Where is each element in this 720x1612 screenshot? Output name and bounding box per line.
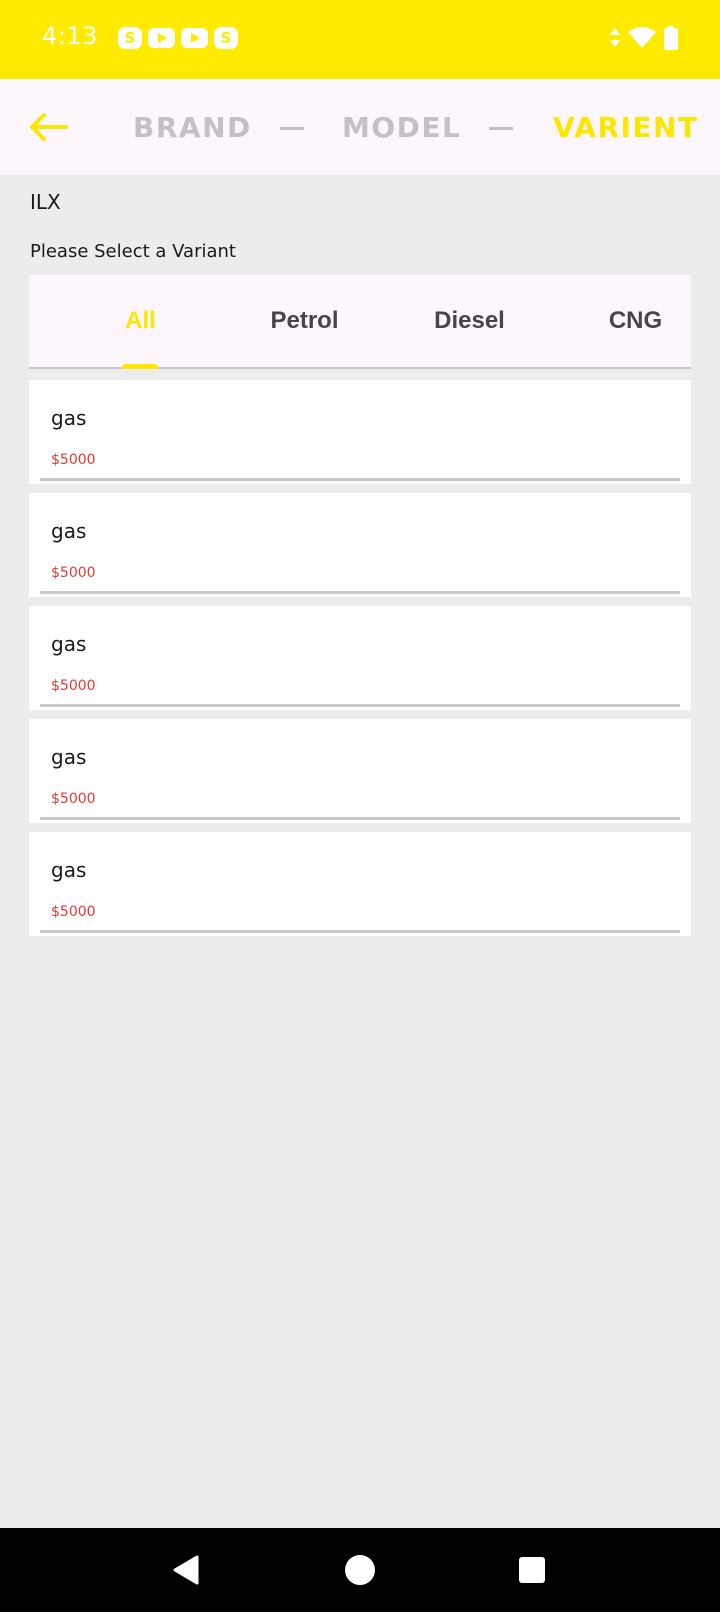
variant-title: gas: [51, 632, 87, 656]
tab-all[interactable]: All: [58, 275, 223, 369]
variant-title: gas: [51, 745, 87, 769]
nav-back-button[interactable]: [166, 1550, 206, 1590]
youtube-icon: [148, 28, 175, 48]
data-arrows-icon: [610, 28, 620, 47]
variant-item[interactable]: gas $5000: [29, 719, 691, 823]
tab-petrol[interactable]: Petrol: [222, 275, 387, 367]
variant-title: gas: [51, 858, 87, 882]
recents-square-icon: [519, 1557, 545, 1583]
variant-item[interactable]: gas $5000: [29, 493, 691, 597]
nav-home-button[interactable]: [340, 1550, 380, 1590]
back-button[interactable]: [24, 103, 72, 151]
divider: [40, 817, 680, 820]
variant-list: gas $5000 gas $5000 gas $5000 gas $5000 …: [29, 380, 691, 945]
select-variant-prompt: Please Select a Variant: [30, 241, 236, 262]
wifi-icon: [628, 27, 656, 48]
notification-icons: S S: [118, 27, 238, 49]
step-model[interactable]: MODEL: [342, 111, 461, 144]
step-variant[interactable]: VARIENT: [553, 111, 699, 144]
nav-recents-button[interactable]: [512, 1550, 552, 1590]
skype-icon: S: [118, 27, 142, 49]
tab-all-label: All: [125, 307, 156, 334]
variant-title: gas: [51, 519, 87, 543]
divider: [40, 930, 680, 933]
step-header: BRAND MODEL VARIENT: [0, 79, 720, 175]
divider: [40, 591, 680, 594]
variant-price: $5000: [51, 565, 96, 581]
variant-price: $5000: [51, 904, 96, 920]
active-tab-indicator: [122, 364, 158, 369]
tab-cng-label: CNG: [608, 307, 663, 334]
variant-title: gas: [51, 406, 87, 430]
status-time: 4:13: [42, 22, 98, 50]
tab-cng[interactable]: CNG: [553, 275, 718, 367]
back-triangle-icon: [173, 1555, 199, 1585]
tab-petrol-label: Petrol: [270, 307, 339, 334]
variant-item[interactable]: gas $5000: [29, 380, 691, 484]
model-name: ILX: [30, 190, 61, 214]
battery-icon: [664, 26, 678, 50]
variant-item[interactable]: gas $5000: [29, 606, 691, 710]
tab-diesel[interactable]: Diesel: [387, 275, 552, 367]
step-brand[interactable]: BRAND: [133, 111, 252, 144]
variant-item[interactable]: gas $5000: [29, 832, 691, 936]
variant-price: $5000: [51, 678, 96, 694]
system-nav-bar: [0, 1528, 720, 1612]
divider: [40, 704, 680, 707]
variant-price: $5000: [51, 452, 96, 468]
arrow-left-icon: [30, 113, 68, 141]
step-separator: [489, 127, 513, 130]
skype-icon: S: [214, 27, 238, 49]
youtube-icon: [181, 28, 208, 48]
divider: [40, 478, 680, 481]
tab-diesel-label: Diesel: [434, 307, 505, 334]
status-bar: 4:13 S S: [0, 0, 720, 79]
home-circle-icon: [345, 1555, 375, 1585]
system-status-icons: [610, 26, 678, 50]
fuel-type-tabs: All Petrol Diesel CNG: [29, 275, 691, 369]
variant-price: $5000: [51, 791, 96, 807]
step-separator: [280, 127, 304, 130]
